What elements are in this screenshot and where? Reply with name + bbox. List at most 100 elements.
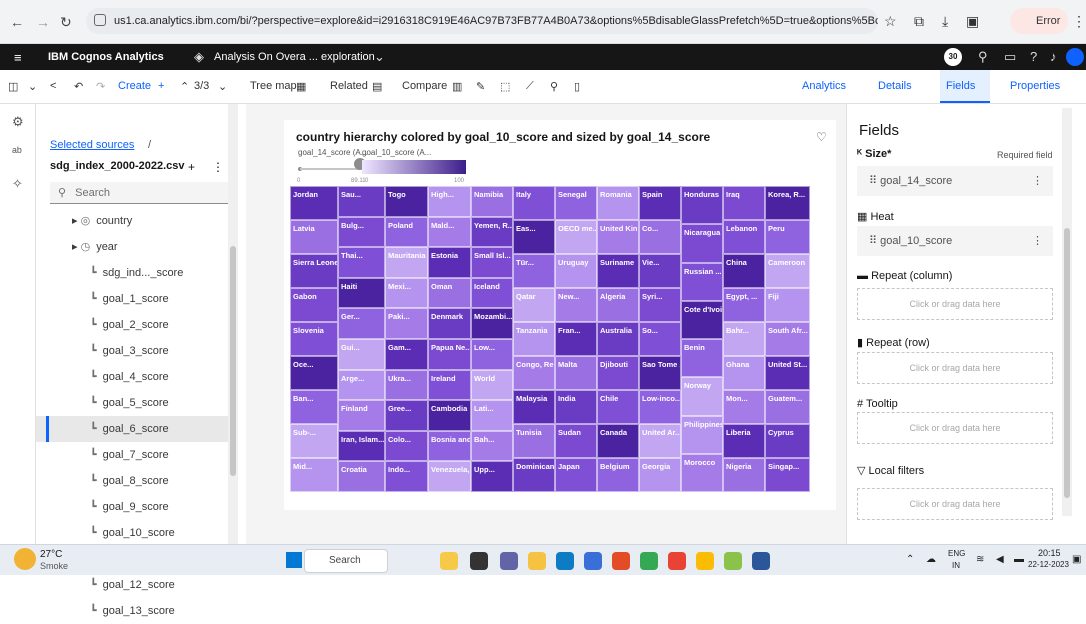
field-tree-item[interactable]: ┗ goal_2_score bbox=[36, 312, 236, 338]
treemap-cell[interactable]: Bah... bbox=[471, 430, 513, 462]
selected-sources-link[interactable]: Selected sources bbox=[50, 139, 134, 151]
treemap-cell[interactable]: Finland bbox=[338, 400, 385, 431]
treemap-cell[interactable]: Syri... bbox=[639, 288, 681, 322]
treemap-cell[interactable]: Nigeria bbox=[723, 458, 765, 492]
exploration-title[interactable]: Analysis On Overa ... exploration bbox=[214, 51, 375, 63]
treemap-cell[interactable]: Ger... bbox=[338, 308, 385, 339]
overflow-menu-icon[interactable]: ⋮ bbox=[1032, 166, 1043, 196]
treemap-cell[interactable]: Philippines bbox=[681, 415, 723, 454]
chrome-icon[interactable] bbox=[640, 552, 658, 570]
treemap-cell[interactable]: So... bbox=[639, 322, 681, 356]
field-tree-item[interactable]: ┗ goal_12_score bbox=[36, 572, 236, 598]
treemap-cell[interactable]: United Ar... bbox=[639, 424, 681, 458]
treemap-chart[interactable]: Jordan Latvia Sierra Leone Gabon Slovenia Oce… bbox=[290, 186, 810, 492]
notification-icon[interactable]: ▣ bbox=[1072, 554, 1081, 565]
download-icon[interactable]: ⤓ bbox=[942, 13, 948, 30]
treemap-cell[interactable]: Gabon bbox=[290, 288, 338, 322]
treemap-cell[interactable]: South Afr... bbox=[765, 322, 810, 356]
treemap-cell[interactable]: Bahr... bbox=[723, 322, 765, 356]
treemap-cell[interactable]: Venezuela, ... bbox=[428, 461, 471, 492]
chevron-up-icon[interactable]: ⌃ bbox=[180, 80, 189, 93]
local-filters-dropzone[interactable]: Click or drag data here bbox=[857, 488, 1053, 520]
split-view-icon[interactable]: ▣ bbox=[966, 13, 979, 30]
field-tree-item[interactable]: ┗ goal_6_score bbox=[36, 416, 236, 442]
treemap-cell[interactable]: Senegal bbox=[555, 186, 597, 220]
treemap-cell[interactable]: Lati... bbox=[471, 400, 513, 431]
back-arrow-icon[interactable]: ← bbox=[10, 14, 24, 30]
search-icon[interactable]: ⚲ bbox=[978, 49, 988, 65]
expand-chevron-icon[interactable]: ▸ bbox=[72, 241, 81, 253]
treemap-cell[interactable]: Cambodia bbox=[428, 400, 471, 431]
repeat-column-dropzone[interactable]: Click or drag data here bbox=[857, 288, 1053, 320]
treemap-cell[interactable]: Norway bbox=[681, 377, 723, 416]
redo-icon[interactable]: ↷ bbox=[96, 80, 105, 93]
address-bar[interactable]: us1.ca.analytics.ibm.com/bi/?perspective… bbox=[86, 8, 878, 34]
focus-icon[interactable]: ⬚ bbox=[500, 80, 510, 93]
share-icon[interactable]: < bbox=[50, 80, 56, 92]
forward-arrow-icon[interactable]: → bbox=[36, 14, 50, 30]
treemap-cell[interactable]: Fran... bbox=[555, 322, 597, 356]
scrollbar-thumb[interactable] bbox=[230, 246, 236, 476]
treemap-cell[interactable]: Egypt, ... bbox=[723, 288, 765, 322]
browser-menu-icon[interactable]: ⋮ bbox=[1072, 13, 1086, 30]
pin-icon[interactable]: ✧ bbox=[12, 176, 23, 192]
chevron-down-icon[interactable]: ⌄ bbox=[374, 49, 385, 65]
treemap-cell[interactable]: Oce... bbox=[290, 356, 338, 390]
treemap-cell[interactable]: Qatar bbox=[513, 288, 555, 322]
clock-time[interactable]: 20:15 bbox=[1038, 548, 1061, 558]
field-tree-item[interactable]: ┗ goal_7_score bbox=[36, 442, 236, 468]
field-tree-item[interactable]: ┗ sdg_ind..._score bbox=[36, 260, 236, 286]
treemap-cell[interactable]: Haiti bbox=[338, 277, 385, 309]
reload-icon[interactable]: ↻ bbox=[60, 14, 72, 31]
treemap-cell[interactable]: Namibia bbox=[471, 186, 513, 217]
wifi-icon[interactable]: ≋ bbox=[976, 554, 984, 565]
bookmark-star-icon[interactable]: ☆ bbox=[884, 13, 897, 30]
treemap-cell[interactable]: Cote d'Ivoire bbox=[681, 300, 723, 339]
treemap-cell[interactable]: Honduras bbox=[681, 186, 723, 225]
treemap-cell[interactable]: Mexi... bbox=[385, 277, 428, 309]
overflow-menu-icon[interactable]: ⋮ bbox=[1032, 226, 1043, 256]
treemap-cell[interactable]: World bbox=[471, 369, 513, 401]
treemap-cell[interactable]: Cameroon bbox=[765, 254, 810, 288]
clock-date[interactable]: 22-12-2023 bbox=[1028, 560, 1069, 569]
treemap-cell[interactable]: Dominican ... bbox=[513, 458, 555, 492]
treemap-cell[interactable]: Romania bbox=[597, 186, 639, 220]
fields-tab-selected[interactable]: Fields bbox=[940, 70, 990, 103]
heat-field-well[interactable]: ⠿ goal_10_score ⋮ bbox=[857, 226, 1053, 256]
plus-icon[interactable]: + bbox=[158, 80, 164, 92]
treemap-cell[interactable]: Thai... bbox=[338, 247, 385, 278]
treemap-cell[interactable]: Mid... bbox=[290, 458, 338, 492]
treemap-cell[interactable]: Ireland bbox=[428, 369, 471, 401]
profile-error-button[interactable]: Error bbox=[1010, 8, 1068, 34]
treemap-cell[interactable]: Djibouti bbox=[597, 356, 639, 390]
tooltip-dropzone[interactable]: Click or drag data here bbox=[857, 412, 1053, 444]
treemap-cell[interactable]: Malaysia bbox=[513, 390, 555, 424]
treemap-cell[interactable]: Fiji bbox=[765, 288, 810, 322]
treemap-cell[interactable]: Sau... bbox=[338, 186, 385, 217]
treemap-cell[interactable]: Jordan bbox=[290, 186, 338, 220]
field-tree-item[interactable]: ┗ goal_1_score bbox=[36, 286, 236, 312]
fields-tab[interactable]: Fields bbox=[946, 80, 975, 92]
extensions-icon[interactable]: ⧉ bbox=[914, 13, 924, 30]
treemap-cell[interactable]: Papua Ne... bbox=[428, 339, 471, 370]
treemap-cell[interactable]: Liberia bbox=[723, 424, 765, 458]
user-avatar[interactable] bbox=[1066, 48, 1084, 66]
treemap-cell[interactable]: Paki... bbox=[385, 308, 428, 339]
taskbar-search[interactable]: Search bbox=[304, 549, 388, 573]
treemap-cell[interactable]: Poland bbox=[385, 216, 428, 248]
cloud-icon[interactable]: ☁ bbox=[926, 554, 936, 565]
treemap-cell[interactable]: United St... bbox=[765, 356, 810, 390]
treemap-cell[interactable]: Benin bbox=[681, 339, 723, 378]
treemap-cell[interactable]: Gam... bbox=[385, 339, 428, 370]
treemap-cell[interactable]: Nicaragua bbox=[681, 224, 723, 263]
treemap-cell[interactable]: Colo... bbox=[385, 430, 428, 462]
treemap-cell[interactable]: Sao Tome ... bbox=[639, 356, 681, 390]
treemap-cell[interactable]: Italy bbox=[513, 186, 555, 220]
treemap-cell[interactable]: Sub-... bbox=[290, 424, 338, 458]
treemap-cell[interactable]: Singap... bbox=[765, 458, 810, 492]
field-tree-item[interactable]: ┗ goal_4_score bbox=[36, 364, 236, 390]
treemap-cell[interactable]: Tür... bbox=[513, 254, 555, 288]
word-icon[interactable] bbox=[752, 552, 770, 570]
volume-icon[interactable]: ◀ bbox=[996, 554, 1004, 565]
tray-chevron-icon[interactable]: ⌃ bbox=[906, 554, 914, 565]
